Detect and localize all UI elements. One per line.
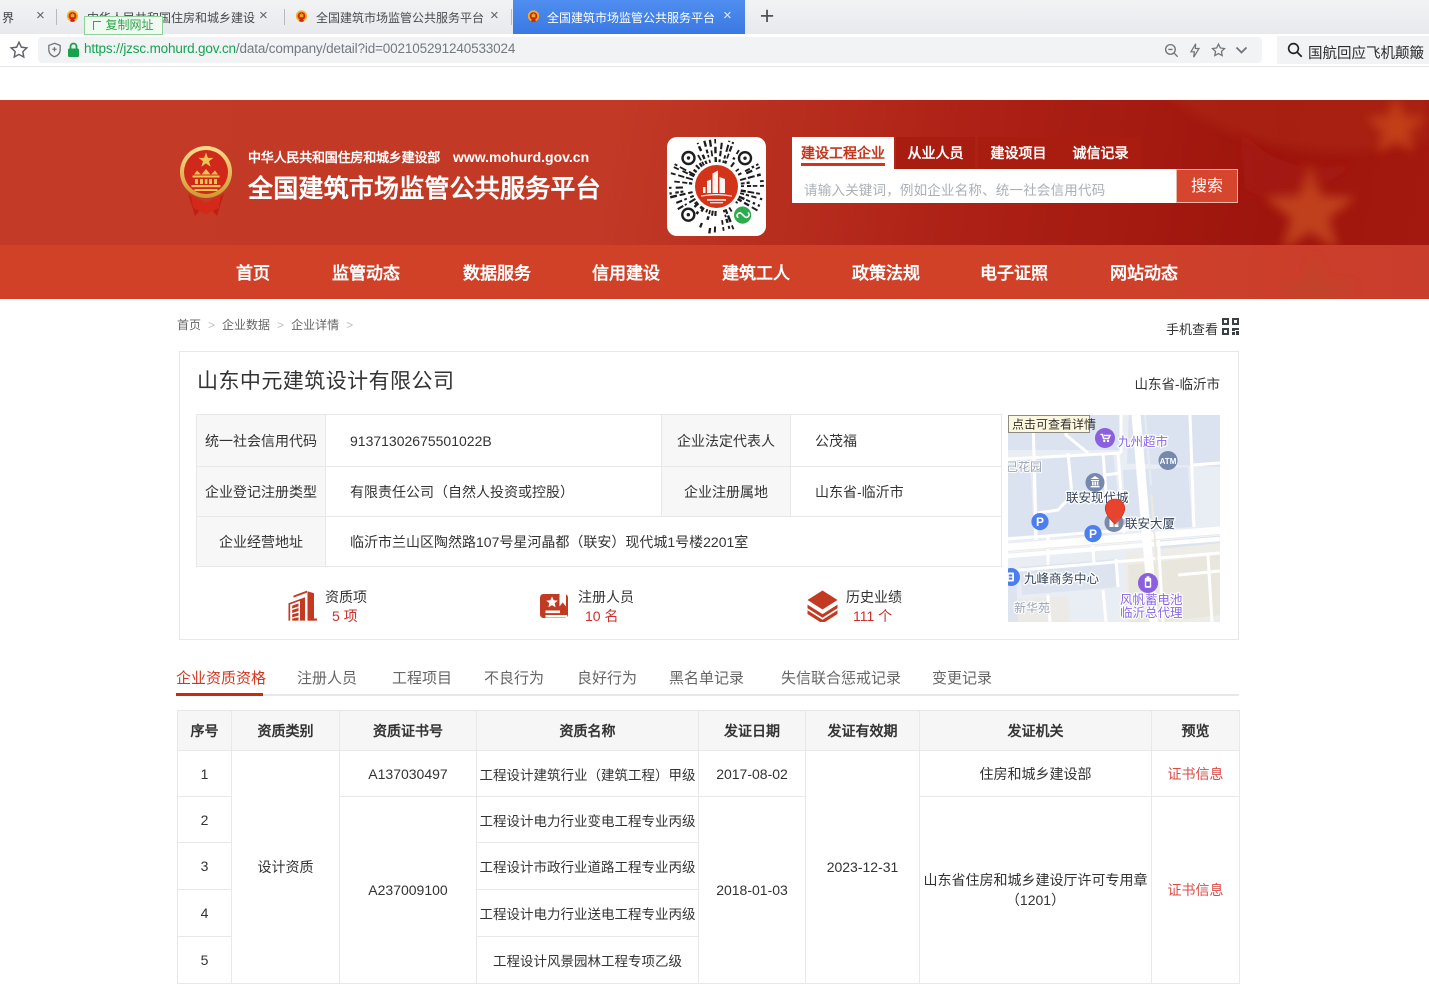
svg-text:九峰商务中心: 九峰商务中心 [1024, 571, 1100, 586]
svg-text:点击可查看详情: 点击可查看详情 [1012, 417, 1096, 432]
svg-text:联安大厦: 联安大厦 [1125, 516, 1175, 531]
svg-text:ATM: ATM [1160, 457, 1177, 466]
svg-text:P: P [1089, 527, 1097, 541]
svg-text:临沂总代理: 临沂总代理 [1120, 606, 1183, 620]
svg-text:风帆蓄电池: 风帆蓄电池 [1120, 592, 1183, 607]
svg-text:己花园: 己花园 [1008, 459, 1042, 474]
svg-text:九州超市: 九州超市 [1118, 434, 1168, 449]
svg-text:新华苑: 新华苑 [1014, 600, 1050, 615]
svg-text:P: P [1036, 515, 1044, 529]
